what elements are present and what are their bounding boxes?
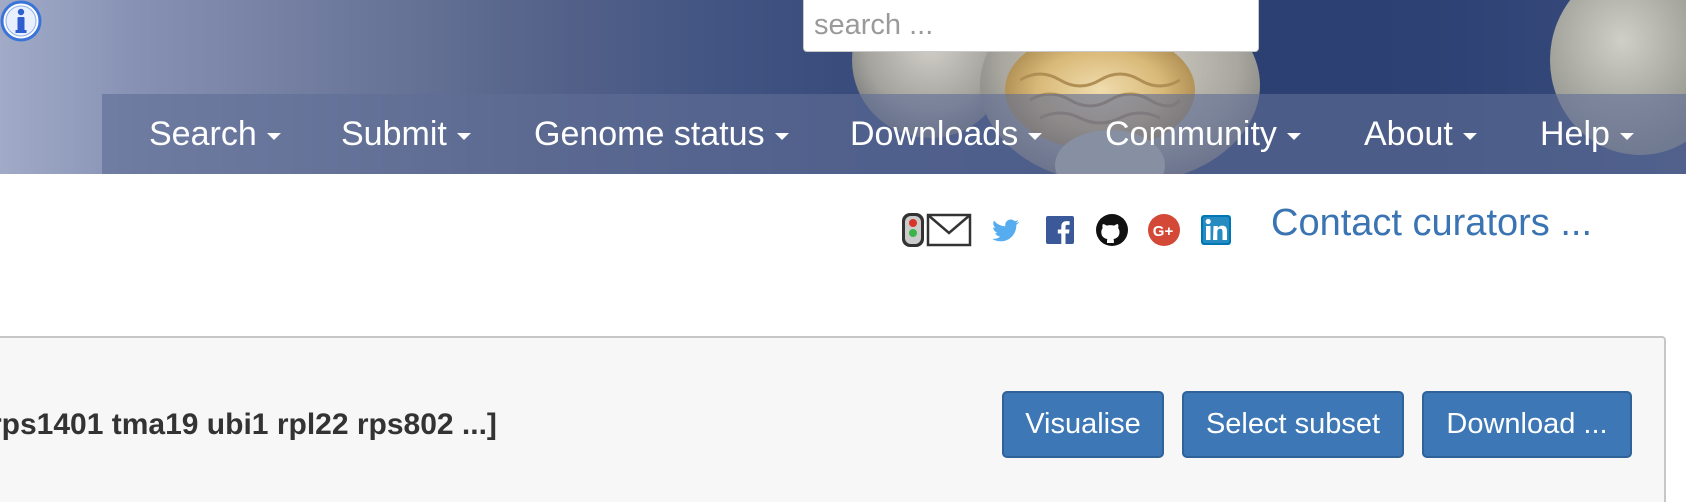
select-subset-button[interactable]: Select subset xyxy=(1182,391,1404,458)
caret-down-icon xyxy=(1619,132,1634,140)
download-button[interactable]: Download ... xyxy=(1422,391,1632,458)
nav-downloads-dropdown[interactable]: Downloads xyxy=(850,94,1043,174)
caret-down-icon xyxy=(1028,132,1043,140)
twitter-icon[interactable] xyxy=(990,212,1022,248)
nav-genome-status-dropdown[interactable]: Genome status xyxy=(534,94,789,174)
svg-text:G+: G+ xyxy=(1153,223,1174,240)
google-plus-icon[interactable]: G+ xyxy=(1147,212,1181,248)
nav-genome-status-label: Genome status xyxy=(534,115,765,153)
mail-icon[interactable] xyxy=(926,212,972,248)
caret-down-icon xyxy=(1462,132,1477,140)
contact-curators-link[interactable]: Contact curators ... xyxy=(1271,202,1592,245)
facebook-icon[interactable] xyxy=(1045,212,1075,248)
nav-search-label: Search xyxy=(149,115,257,153)
info-icon[interactable] xyxy=(0,0,42,42)
header-banner: Search Submit Genome status Downloads Co… xyxy=(0,0,1686,174)
search-input[interactable] xyxy=(803,0,1259,52)
gene-list-summary: rps1401 tma19 ubi1 rpl22 rps802 ...] xyxy=(0,408,497,441)
nav-submit-label: Submit xyxy=(341,115,447,153)
linkedin-icon[interactable] xyxy=(1199,212,1233,248)
github-icon[interactable] xyxy=(1095,212,1129,248)
page: Search Submit Genome status Downloads Co… xyxy=(0,0,1686,502)
nav-about-dropdown[interactable]: About xyxy=(1364,94,1477,174)
caret-down-icon xyxy=(774,132,789,140)
nav-help-dropdown[interactable]: Help xyxy=(1540,94,1634,174)
nav-community-dropdown[interactable]: Community xyxy=(1105,94,1301,174)
traffic-light-icon[interactable] xyxy=(900,212,926,248)
caret-down-icon xyxy=(266,132,281,140)
nav-submit-dropdown[interactable]: Submit xyxy=(341,94,471,174)
nav-help-label: Help xyxy=(1540,115,1610,153)
nav-search-dropdown[interactable]: Search xyxy=(149,94,281,174)
visualise-button[interactable]: Visualise xyxy=(1002,391,1164,458)
caret-down-icon xyxy=(456,132,471,140)
main-navbar: Search Submit Genome status Downloads Co… xyxy=(102,94,1686,174)
nav-about-label: About xyxy=(1364,115,1453,153)
nav-downloads-label: Downloads xyxy=(850,115,1019,153)
nav-community-label: Community xyxy=(1105,115,1277,153)
caret-down-icon xyxy=(1286,132,1301,140)
